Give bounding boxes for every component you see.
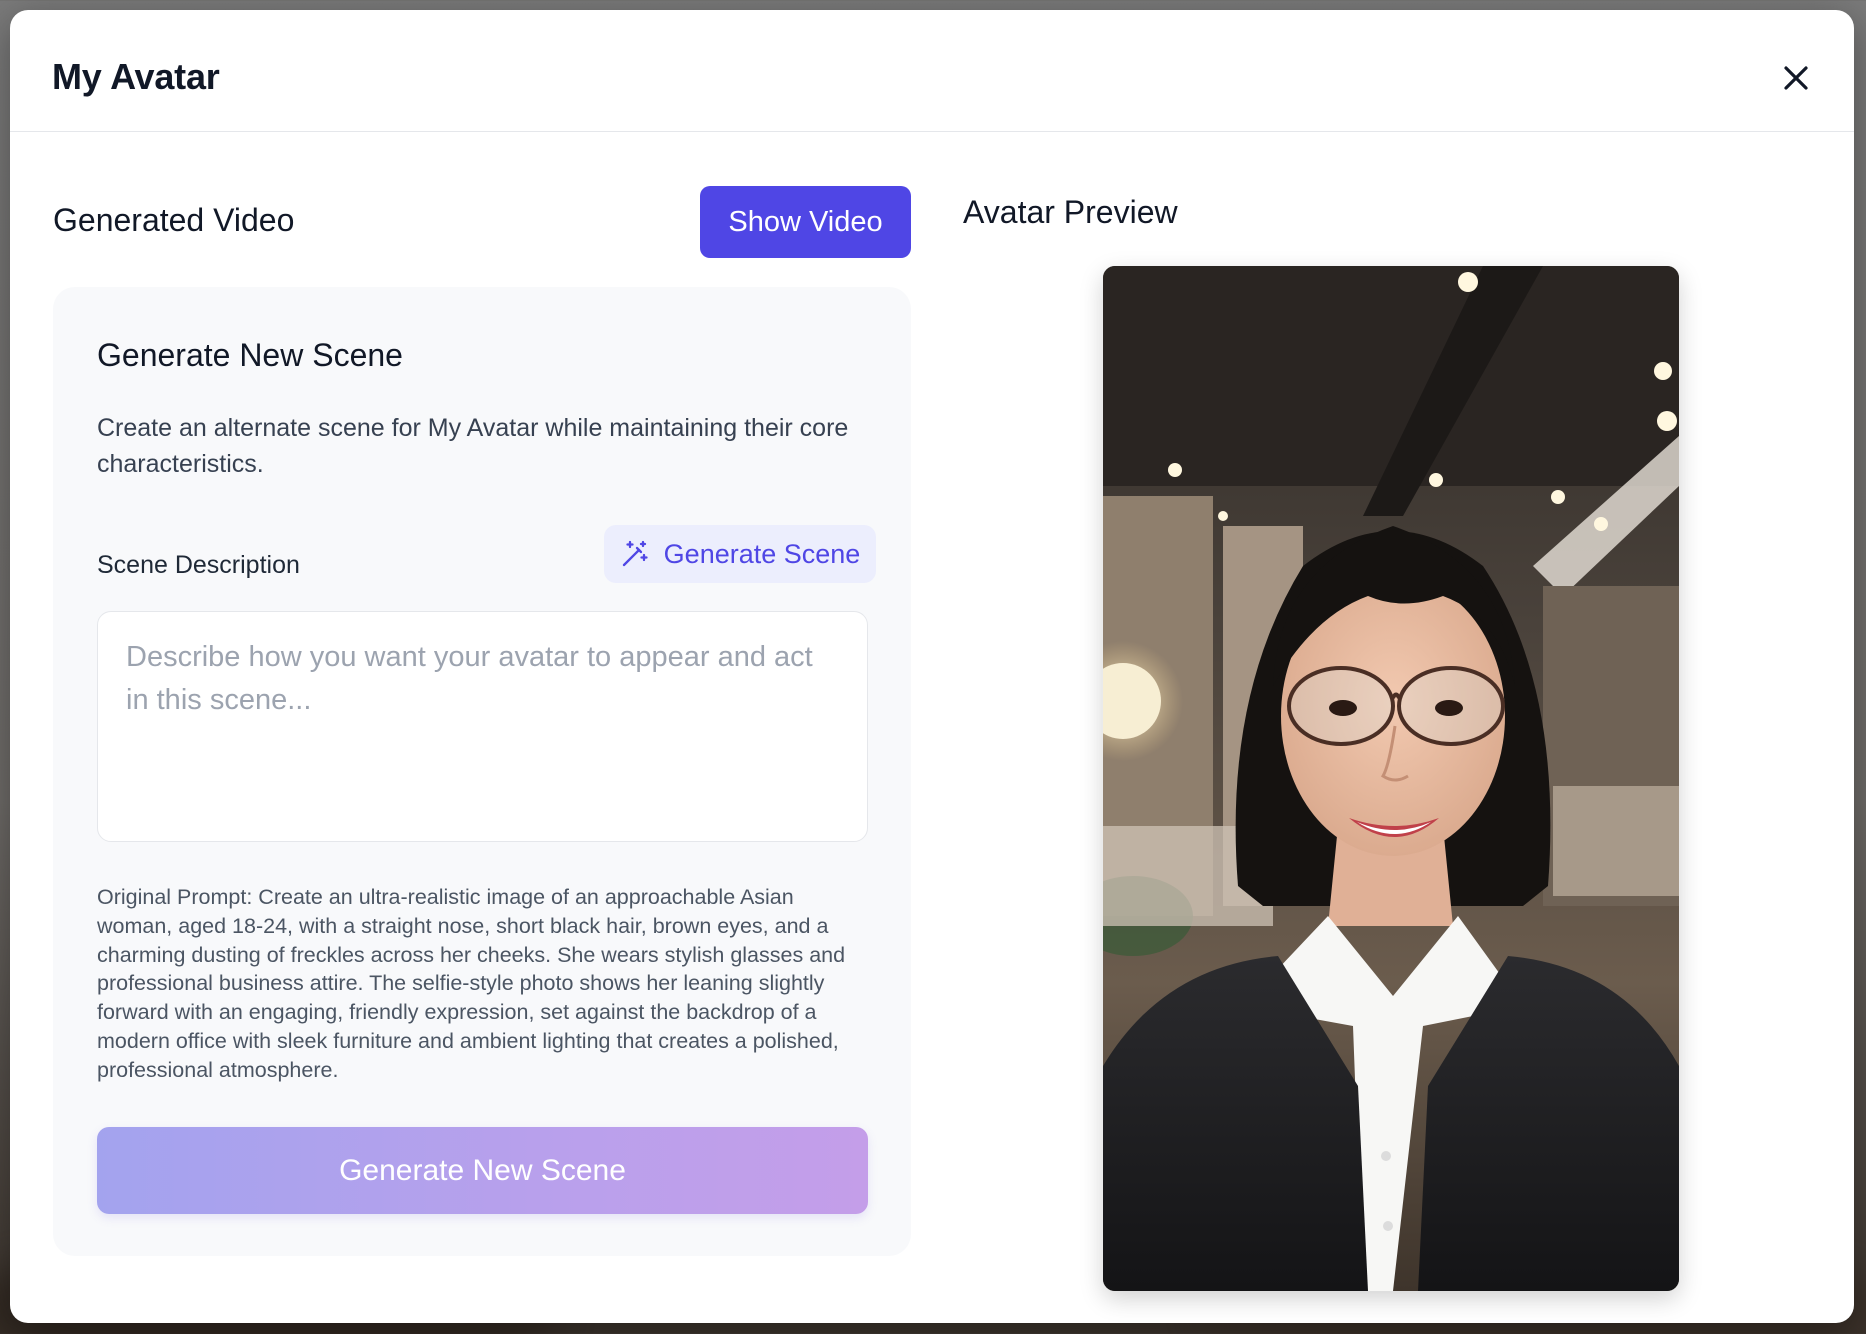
show-video-button[interactable]: Show Video (700, 186, 911, 258)
avatar-modal: My Avatar Generated Video Show Video Gen… (10, 10, 1854, 1323)
avatar-photo (1103, 266, 1679, 1291)
close-icon (1784, 66, 1808, 90)
card-title: Generate New Scene (97, 337, 403, 373)
generate-scene-button[interactable]: Generate Scene (604, 525, 876, 583)
left-column: Generated Video Show Video Generate New … (53, 186, 911, 1256)
avatar-preview-image (1103, 266, 1679, 1291)
generated-video-header: Generated Video Show Video (53, 186, 911, 258)
magic-wand-icon (622, 540, 648, 567)
generated-video-title: Generated Video (53, 202, 295, 238)
avatar-preview-title: Avatar Preview (963, 194, 1178, 230)
generate-scene-label: Generate Scene (663, 538, 861, 569)
scene-description-input[interactable] (97, 611, 868, 842)
card-description: Create an alternate scene for My Avatar … (97, 414, 849, 478)
generate-new-scene-button[interactable]: Generate New Scene (97, 1127, 868, 1214)
generate-scene-card: Generate New Scene Create an alternate s… (53, 287, 911, 1256)
scene-description-label: Scene Description (97, 551, 300, 579)
original-prompt-text: Original Prompt: Create an ultra-realist… (97, 885, 846, 1082)
close-button[interactable] (1776, 58, 1816, 98)
modal-header: My Avatar (10, 10, 1854, 132)
modal-title: My Avatar (52, 56, 220, 97)
